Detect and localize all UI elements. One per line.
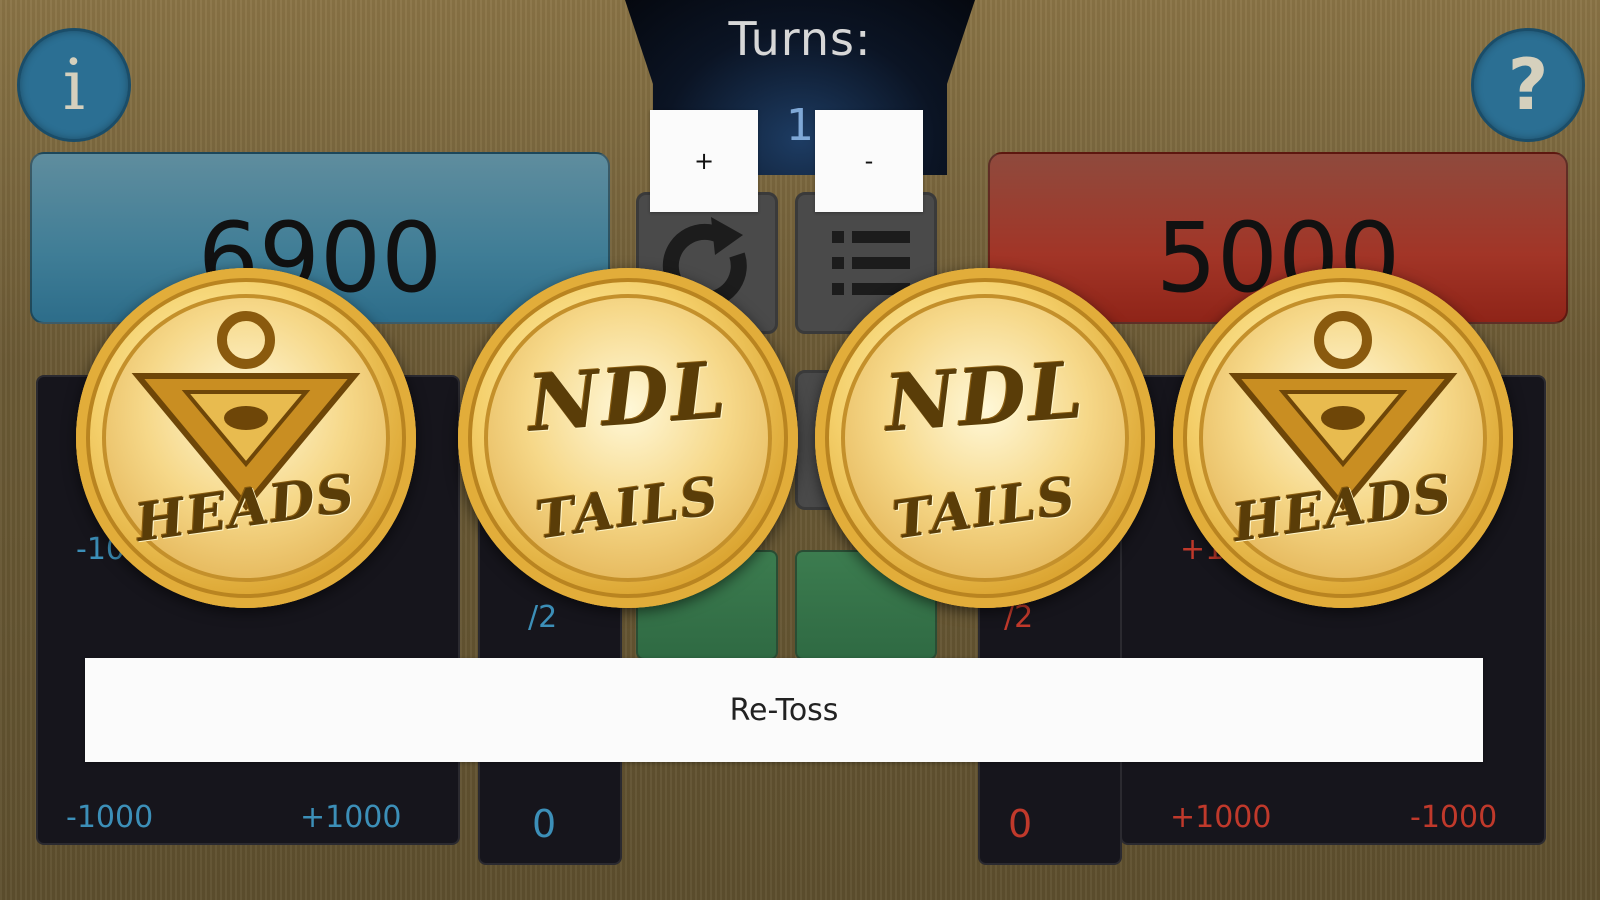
millennium-puzzle-icon [1228,311,1458,511]
info-button[interactable]: i [17,28,131,142]
coin-1-heads: HEADS [76,268,416,608]
help-icon: ? [1507,44,1549,126]
player-right-plus-1000[interactable]: +1000 [1170,800,1271,835]
millennium-puzzle-icon [131,311,361,511]
retoss-label: Re-Toss [729,692,839,728]
coin-4-heads: HEADS [1173,268,1513,608]
player-left-plus-1000[interactable]: +1000 [300,800,401,835]
player-left-counter: 0 [532,802,557,846]
player-left-half-button[interactable]: /2 [528,600,557,635]
help-button[interactable]: ? [1471,28,1585,142]
coin-2-tails: NDL TAILS [458,268,798,608]
coin-3-tails: NDL TAILS [815,268,1155,608]
retoss-button[interactable]: Re-Toss [85,658,1483,762]
info-icon: i [62,44,86,126]
turn-minus-button[interactable]: - [815,110,923,212]
player-right-minus-1000[interactable]: -1000 [1410,800,1497,835]
turn-minus-label: - [864,147,874,175]
player-right-counter: 0 [1008,802,1033,846]
turn-plus-button[interactable]: + [650,110,758,212]
turn-plus-label: + [693,147,715,175]
player-left-minus-1000[interactable]: -1000 [66,800,153,835]
turns-label: Turns: [728,12,872,66]
